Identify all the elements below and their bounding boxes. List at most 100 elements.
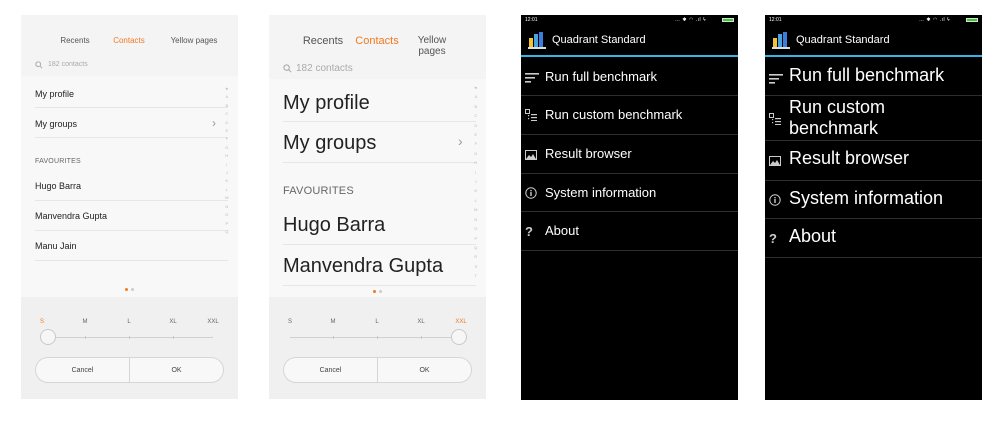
- menu-item-system-information[interactable]: System information: [521, 174, 738, 212]
- action-bar: Quadrant Standard: [521, 25, 738, 57]
- menu-item-system-information[interactable]: System information: [765, 181, 982, 219]
- my-groups-row[interactable]: My groups: [283, 124, 476, 163]
- tab-contacts[interactable]: Contacts: [352, 35, 402, 47]
- contact-row[interactable]: Manvendra Gupta: [283, 247, 476, 286]
- ok-button[interactable]: OK: [129, 358, 223, 382]
- alphabet-letter[interactable]: O: [474, 224, 477, 233]
- alphabet-letter[interactable]: S: [474, 262, 477, 271]
- alphabet-letter[interactable]: O: [225, 211, 228, 219]
- ok-button[interactable]: OK: [377, 358, 471, 382]
- tab-recents[interactable]: Recents: [297, 35, 349, 47]
- status-bar: 12:01 … ✱ ◠ .ıl ϟ: [765, 15, 982, 25]
- alphabet-letter[interactable]: D: [474, 121, 477, 130]
- contact-row[interactable]: Hugo Barra: [283, 206, 476, 245]
- checklist-icon: [525, 108, 537, 126]
- alphabet-letter[interactable]: P: [225, 220, 228, 228]
- alphabet-letter[interactable]: L: [226, 186, 228, 194]
- menu-item-run-custom-benchmark[interactable]: Run custom benchmark: [521, 96, 738, 135]
- alphabet-letter[interactable]: E: [474, 130, 477, 139]
- size-slider-track[interactable]: [290, 337, 461, 338]
- menu-item-run-custom-benchmark[interactable]: Run custom benchmark: [765, 96, 982, 141]
- alphabet-letter[interactable]: I: [226, 161, 227, 169]
- size-option-xxl[interactable]: XXL: [207, 319, 218, 325]
- alphabet-letter[interactable]: Q: [474, 243, 477, 252]
- slider-tick: [333, 336, 334, 339]
- tab-yellow-pages[interactable]: Yellow pages: [157, 36, 231, 45]
- list-icon: [525, 70, 539, 88]
- alphabet-letter[interactable]: J: [475, 177, 477, 186]
- alphabet-letter[interactable]: K: [225, 177, 228, 185]
- alphabet-letter[interactable]: B: [225, 102, 228, 110]
- search-bar[interactable]: 182 contacts: [269, 59, 486, 79]
- page-dot: [379, 290, 382, 293]
- contact-row[interactable]: Hugo Barra: [35, 173, 228, 201]
- size-option-l[interactable]: L: [127, 319, 130, 325]
- question-icon: ?: [525, 224, 533, 239]
- alphabet-letter[interactable]: K: [474, 186, 477, 195]
- slider-tick: [421, 336, 422, 339]
- menu-item-result-browser[interactable]: Result browser: [765, 141, 982, 181]
- cancel-button[interactable]: Cancel: [36, 358, 129, 382]
- size-slider-thumb[interactable]: [40, 329, 56, 345]
- alphabet-letter[interactable]: ★: [474, 83, 478, 92]
- alphabet-letter[interactable]: C: [474, 111, 477, 120]
- alphabet-letter[interactable]: I: [475, 168, 476, 177]
- alphabet-letter[interactable]: Q: [225, 228, 228, 236]
- alphabet-letter[interactable]: A: [474, 92, 477, 101]
- alphabet-letter[interactable]: F: [226, 135, 228, 143]
- alphabet-letter[interactable]: N: [225, 203, 228, 211]
- my-profile-row[interactable]: My profile: [35, 81, 228, 108]
- menu-item-about[interactable]: ? About: [765, 219, 982, 258]
- battery-icon: [722, 18, 734, 22]
- size-option-xxl[interactable]: XXL: [455, 319, 466, 325]
- alphabet-letter[interactable]: A: [225, 93, 228, 101]
- size-slider-thumb[interactable]: [451, 329, 467, 345]
- my-groups-label: My groups: [283, 132, 377, 154]
- alphabet-letter[interactable]: G: [474, 149, 477, 158]
- alphabet-index[interactable]: ★ A B C D E F G H I J K L M N O P Q: [225, 85, 229, 236]
- size-option-m[interactable]: M: [331, 319, 336, 325]
- menu-item-run-full-benchmark[interactable]: Run full benchmark: [521, 58, 738, 96]
- search-bar[interactable]: 182 contacts: [21, 54, 238, 76]
- my-groups-row[interactable]: My groups: [35, 111, 228, 138]
- chevron-right-icon: ›: [212, 116, 216, 130]
- tab-contacts[interactable]: Contacts: [104, 36, 154, 45]
- alphabet-letter[interactable]: J: [226, 169, 228, 177]
- alphabet-letter[interactable]: ★: [225, 85, 229, 93]
- alphabet-letter[interactable]: N: [474, 215, 477, 224]
- alphabet-letter[interactable]: C: [225, 110, 228, 118]
- menu-item-result-browser[interactable]: Result browser: [521, 135, 738, 174]
- alphabet-letter[interactable]: F: [475, 139, 477, 148]
- alphabet-letter[interactable]: M: [225, 194, 228, 202]
- alphabet-letter[interactable]: L: [475, 196, 477, 205]
- contact-row[interactable]: Manvendra Gupta: [35, 203, 228, 231]
- alphabet-letter[interactable]: P: [474, 234, 477, 243]
- menu-item-label: Run full benchmark: [545, 69, 657, 84]
- cancel-button[interactable]: Cancel: [284, 358, 377, 382]
- alphabet-letter[interactable]: R: [474, 252, 477, 261]
- alphabet-letter[interactable]: G: [225, 144, 228, 152]
- size-option-s[interactable]: S: [40, 319, 44, 325]
- menu-item-about[interactable]: ? About: [521, 212, 738, 251]
- alphabet-index[interactable]: ★ A B C D E F G H I J K L M N O P Q R S T: [474, 83, 478, 281]
- alphabet-letter[interactable]: H: [225, 152, 228, 160]
- my-profile-row[interactable]: My profile: [283, 85, 476, 122]
- size-option-s[interactable]: S: [288, 319, 292, 325]
- alphabet-letter[interactable]: T: [475, 271, 477, 280]
- alphabet-letter[interactable]: H: [474, 158, 477, 167]
- size-option-xl[interactable]: XL: [417, 319, 424, 325]
- size-option-xl[interactable]: XL: [169, 319, 176, 325]
- search-icon: [283, 64, 292, 73]
- alphabet-letter[interactable]: D: [225, 119, 228, 127]
- alphabet-letter[interactable]: B: [474, 102, 477, 111]
- alphabet-letter[interactable]: E: [225, 127, 228, 135]
- size-slider-track[interactable]: [42, 337, 213, 338]
- tab-bar: Recents Contacts Yellow pages: [269, 15, 486, 59]
- tab-yellow-pages[interactable]: Yellow pages: [409, 35, 455, 57]
- size-option-l[interactable]: L: [375, 319, 378, 325]
- size-option-m[interactable]: M: [83, 319, 88, 325]
- tab-recents[interactable]: Recents: [45, 36, 105, 45]
- contact-row[interactable]: Manu Jain: [35, 233, 228, 261]
- alphabet-letter[interactable]: M: [474, 205, 477, 214]
- menu-item-run-full-benchmark[interactable]: Run full benchmark: [765, 58, 982, 96]
